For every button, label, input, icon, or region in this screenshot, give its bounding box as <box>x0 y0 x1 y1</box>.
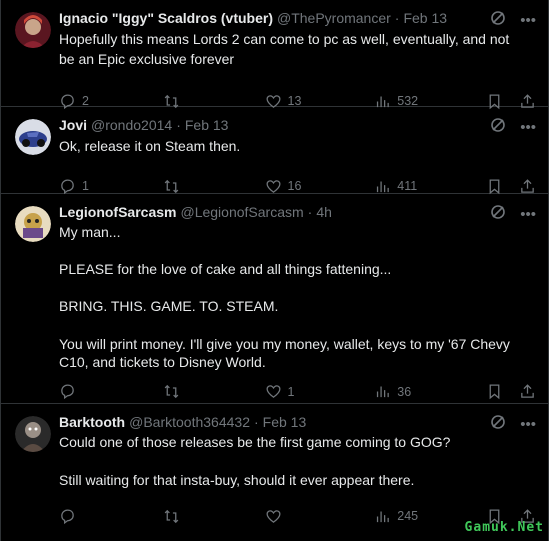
views-button[interactable]: 411 <box>374 178 486 195</box>
like-count: 1 <box>287 384 295 399</box>
avatar[interactable] <box>15 119 51 155</box>
separator-dot: · <box>253 414 259 430</box>
heart-icon <box>266 509 281 523</box>
views-icon <box>377 511 390 522</box>
grok-icon[interactable] <box>490 204 506 225</box>
separator-dot: · <box>307 204 313 220</box>
heart-icon <box>266 179 281 193</box>
separator-dot: · <box>176 117 181 133</box>
watermark: Gamuk.Net <box>464 520 544 535</box>
reply-feed: Ignacio "Iggy" Scaldros (vtuber) @ThePyr… <box>0 0 549 541</box>
share-icon <box>521 384 534 399</box>
grok-icon[interactable] <box>490 414 506 435</box>
like-count: 13 <box>287 94 302 108</box>
reply-button[interactable]: 1 <box>59 178 163 195</box>
retweet-icon <box>164 509 179 523</box>
tweet-text: Hopefully this means Lords 2 can come to… <box>59 31 514 67</box>
grok-icon[interactable] <box>490 117 506 138</box>
handle[interactable]: @ThePyromancer <box>277 8 391 28</box>
more-icon[interactable]: ••• <box>520 119 536 137</box>
views-icon <box>377 181 390 192</box>
timestamp[interactable]: Feb 13 <box>263 412 307 432</box>
more-icon[interactable]: ••• <box>520 416 536 434</box>
bookmark-button[interactable] <box>486 383 503 400</box>
handle[interactable]: @Barktooth364432 <box>129 412 250 432</box>
more-icon[interactable]: ••• <box>520 206 536 224</box>
heart-icon <box>266 385 281 399</box>
tweet[interactable]: Ignacio "Iggy" Scaldros (vtuber) @ThePyr… <box>1 0 548 109</box>
share-button[interactable] <box>519 178 536 195</box>
tweet-text: Could one of those releases be the first… <box>59 434 451 488</box>
tweet-text: Ok, release it on Steam then. <box>59 138 241 154</box>
reply-count: 1 <box>82 179 89 193</box>
timestamp[interactable]: Feb 13 <box>403 8 447 28</box>
more-icon[interactable]: ••• <box>520 12 536 30</box>
share-button[interactable] <box>519 383 536 400</box>
handle[interactable]: @LegionofSarcasm <box>180 202 303 222</box>
reply-icon <box>61 384 74 400</box>
like-button[interactable]: 16 <box>265 178 375 195</box>
tweet[interactable]: LegionofSarcasm @LegionofSarcasm · 4h ••… <box>1 194 548 404</box>
timestamp[interactable]: Feb 13 <box>185 115 229 135</box>
avatar[interactable] <box>15 206 51 242</box>
view-count: 245 <box>397 509 419 523</box>
like-count: 16 <box>287 179 302 193</box>
like-button[interactable] <box>265 508 375 525</box>
display-name[interactable]: Barktooth <box>59 412 125 432</box>
tweet-text: My man... PLEASE for the love of cake an… <box>59 224 510 371</box>
retweet-button[interactable] <box>163 383 265 400</box>
retweet-button[interactable] <box>163 178 265 195</box>
timestamp[interactable]: 4h <box>316 202 332 222</box>
reply-button[interactable] <box>59 508 163 525</box>
bookmark-button[interactable] <box>486 178 503 195</box>
view-count: 411 <box>397 179 418 193</box>
tweet[interactable]: Jovi @rondo2014 · Feb 13 ••• Ok, release… <box>1 107 548 194</box>
share-icon <box>521 178 534 193</box>
avatar[interactable] <box>15 12 51 48</box>
retweet-icon <box>164 385 179 399</box>
display-name[interactable]: LegionofSarcasm <box>59 202 176 222</box>
display-name[interactable]: Jovi <box>59 115 87 135</box>
handle[interactable]: @rondo2014 <box>91 115 172 135</box>
separator-dot: · <box>394 10 400 26</box>
reply-icon <box>61 178 74 194</box>
retweet-icon <box>164 179 179 193</box>
reply-button[interactable] <box>59 383 163 400</box>
views-icon <box>377 386 390 398</box>
reply-icon <box>61 508 74 524</box>
view-count: 532 <box>397 94 419 108</box>
view-count: 36 <box>397 384 412 399</box>
display-name[interactable]: Ignacio "Iggy" Scaldros (vtuber) <box>59 8 273 28</box>
bookmark-icon <box>489 384 500 400</box>
grok-icon[interactable] <box>490 10 506 31</box>
views-button[interactable]: 36 <box>374 383 486 400</box>
bookmark-icon <box>489 178 500 194</box>
reply-count: 2 <box>82 94 89 108</box>
avatar[interactable] <box>15 416 51 452</box>
like-button[interactable]: 1 <box>265 383 375 400</box>
retweet-button[interactable] <box>163 508 265 525</box>
